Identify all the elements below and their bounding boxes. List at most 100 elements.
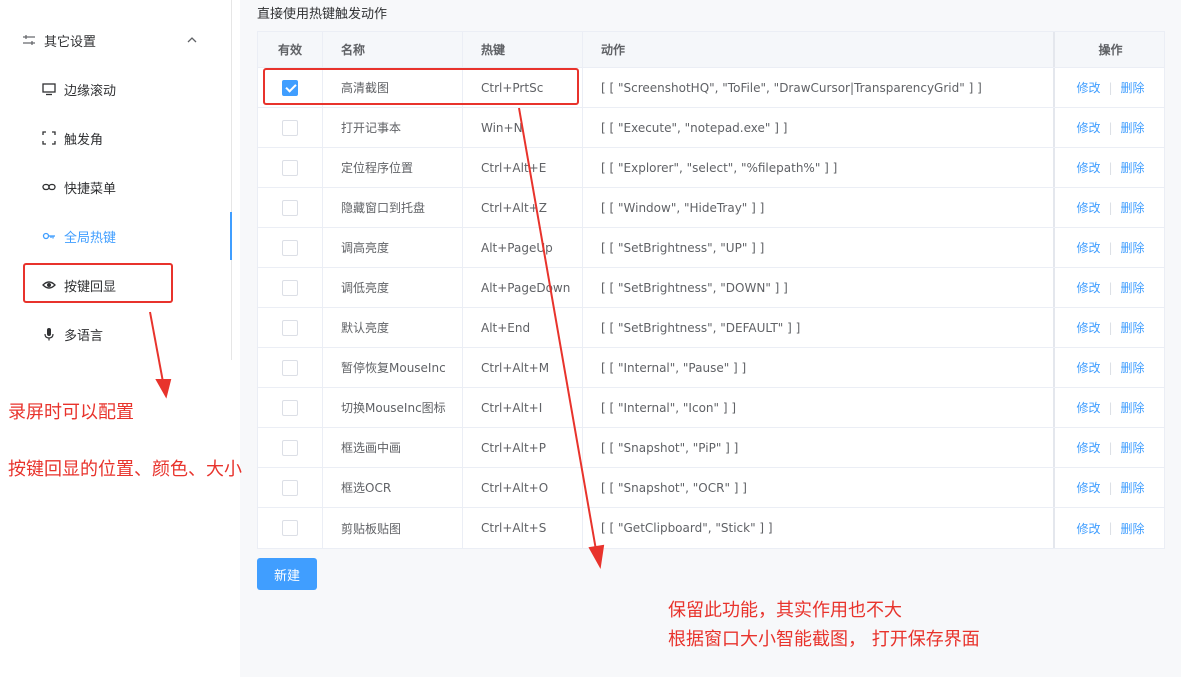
enable-checkbox[interactable] xyxy=(282,399,298,416)
ops-divider: | xyxy=(1108,160,1113,175)
ops-divider: | xyxy=(1108,80,1113,95)
delete-link[interactable]: 删除 xyxy=(1121,239,1145,256)
arrow-head-left xyxy=(155,379,172,399)
hotkey-cell: Ctrl+Alt+O xyxy=(463,468,583,507)
monitor-icon xyxy=(42,83,56,96)
ops-cell: 修改 | 删除 xyxy=(1055,188,1166,227)
ops-cell: 修改 | 删除 xyxy=(1055,388,1166,427)
ops-divider: | xyxy=(1108,120,1113,135)
sidebar-item-label: 快捷菜单 xyxy=(64,181,117,197)
submenu-title-label: 其它设置 xyxy=(44,34,97,50)
action-cell: [ [ "Window", "HideTray" ] ] xyxy=(583,188,1055,227)
hotkey-cell: Alt+End xyxy=(463,308,583,347)
hotkey-cell: Alt+PageUp xyxy=(463,228,583,267)
ops-cell: 修改 | 删除 xyxy=(1055,68,1166,107)
name-cell: 高清截图 xyxy=(323,68,463,107)
new-button[interactable]: 新建 xyxy=(257,558,317,590)
edit-link[interactable]: 修改 xyxy=(1076,239,1100,256)
edit-link[interactable]: 修改 xyxy=(1076,119,1100,136)
delete-link[interactable]: 删除 xyxy=(1121,520,1145,537)
edit-link[interactable]: 修改 xyxy=(1076,319,1100,336)
enable-cell xyxy=(258,108,323,147)
action-cell: [ [ "SetBrightness", "UP" ] ] xyxy=(583,228,1055,267)
enable-checkbox[interactable] xyxy=(282,279,298,296)
name-cell: 隐藏窗口到托盘 xyxy=(323,188,463,227)
sidebar-item-label: 全局热键 xyxy=(64,230,117,246)
edit-link[interactable]: 修改 xyxy=(1076,520,1100,537)
ops-divider: | xyxy=(1108,440,1113,455)
annotation-right-line2: 根据窗口大小智能截图， 打开保存界面 xyxy=(668,629,980,650)
enable-cell xyxy=(258,68,323,107)
action-cell: [ [ "Snapshot", "PiP" ] ] xyxy=(583,428,1055,467)
enable-checkbox[interactable] xyxy=(282,159,298,176)
enable-checkbox[interactable] xyxy=(282,239,298,256)
sidebar-item-label: 触发角 xyxy=(64,132,104,148)
sidebar-item-label: 边缘滚动 xyxy=(64,83,117,99)
table-row: 暂停恢复MouseInc Ctrl+Alt+M[ [ "Internal", "P… xyxy=(258,348,1164,388)
ops-cell: 修改 | 删除 xyxy=(1055,428,1166,467)
enable-checkbox[interactable] xyxy=(282,199,298,216)
ops-divider: | xyxy=(1108,240,1113,255)
ops-divider: | xyxy=(1108,480,1113,495)
edit-link[interactable]: 修改 xyxy=(1076,159,1100,176)
edit-link[interactable]: 修改 xyxy=(1076,399,1100,416)
enable-checkbox[interactable] xyxy=(282,79,298,96)
table-body: 高清截图 Ctrl+PrtSc[ [ "ScreenshotHQ", "ToFil… xyxy=(258,68,1164,548)
delete-link[interactable]: 删除 xyxy=(1121,359,1145,376)
table-row: 框选OCR Ctrl+Alt+O[ [ "Snapshot", "OCR" ] ]… xyxy=(258,468,1164,508)
delete-link[interactable]: 删除 xyxy=(1121,119,1145,136)
sidebar-item-key-echo[interactable]: 按键回显 xyxy=(0,261,231,309)
sidebar-item-trigger-corner[interactable]: 触发角 xyxy=(0,114,231,162)
delete-link[interactable]: 删除 xyxy=(1121,319,1145,336)
sidebar-item-quick-menu[interactable]: 快捷菜单 xyxy=(0,163,231,211)
action-cell: [ [ "Explorer", "select", "%filepath%" ]… xyxy=(583,148,1055,187)
enable-checkbox[interactable] xyxy=(282,119,298,136)
table-row: 调低亮度 Alt+PageDown[ [ "SetBrightness", "DO… xyxy=(258,268,1164,308)
edit-link[interactable]: 修改 xyxy=(1076,279,1100,296)
sidebar-item-global-hotkey[interactable]: 全局热键 xyxy=(0,212,232,260)
delete-link[interactable]: 删除 xyxy=(1121,439,1145,456)
sidebar-item-language[interactable]: 多语言 xyxy=(0,310,231,358)
delete-link[interactable]: 删除 xyxy=(1121,79,1145,96)
delete-link[interactable]: 删除 xyxy=(1121,199,1145,216)
corners-icon xyxy=(42,131,56,145)
enable-cell xyxy=(258,428,323,467)
enable-checkbox[interactable] xyxy=(282,520,298,536)
header-name: 名称 xyxy=(323,32,463,67)
ops-divider: | xyxy=(1108,360,1113,375)
enable-checkbox[interactable] xyxy=(282,319,298,336)
name-cell: 打开记事本 xyxy=(323,108,463,147)
annotation-left-line1: 录屏时可以配置 xyxy=(8,402,134,423)
header-enable: 有效 xyxy=(258,32,323,67)
ops-divider: | xyxy=(1108,320,1113,335)
edit-link[interactable]: 修改 xyxy=(1076,79,1100,96)
sidebar: 其它设置 边缘滚动 触发角 快捷菜单 全局热键 按键回显 多语言 xyxy=(0,0,232,360)
edit-link[interactable]: 修改 xyxy=(1076,439,1100,456)
enable-checkbox[interactable] xyxy=(282,359,298,376)
enable-cell xyxy=(258,348,323,387)
submenu-other-settings[interactable]: 其它设置 xyxy=(0,17,231,63)
delete-link[interactable]: 删除 xyxy=(1121,399,1145,416)
action-cell: [ [ "GetClipboard", "Stick" ] ] xyxy=(583,508,1055,548)
delete-link[interactable]: 删除 xyxy=(1121,159,1145,176)
enable-checkbox[interactable] xyxy=(282,439,298,456)
edit-link[interactable]: 修改 xyxy=(1076,479,1100,496)
action-cell: [ [ "SetBrightness", "DEFAULT" ] ] xyxy=(583,308,1055,347)
name-cell: 切换MouseInc图标 xyxy=(323,388,463,427)
delete-link[interactable]: 删除 xyxy=(1121,279,1145,296)
hotkey-cell: Ctrl+Alt+I xyxy=(463,388,583,427)
enable-checkbox[interactable] xyxy=(282,479,298,496)
table-row: 打开记事本 Win+N[ [ "Execute", "notepad.exe" ]… xyxy=(258,108,1164,148)
ops-cell: 修改 | 删除 xyxy=(1055,148,1166,187)
hotkey-table: 有效 名称 热键 动作 操作 高清截图 Ctrl+PrtSc[ [ "Screen… xyxy=(257,31,1165,549)
edit-link[interactable]: 修改 xyxy=(1076,359,1100,376)
delete-link[interactable]: 删除 xyxy=(1121,479,1145,496)
sliders-icon xyxy=(23,35,35,45)
hotkey-cell: Ctrl+Alt+M xyxy=(463,348,583,387)
ops-divider: | xyxy=(1108,400,1113,415)
sidebar-item-edge-scroll[interactable]: 边缘滚动 xyxy=(0,65,231,113)
name-cell: 暂停恢复MouseInc xyxy=(323,348,463,387)
table-row: 定位程序位置 Ctrl+Alt+E[ [ "Explorer", "select"… xyxy=(258,148,1164,188)
hotkey-cell: Win+N xyxy=(463,108,583,147)
edit-link[interactable]: 修改 xyxy=(1076,199,1100,216)
